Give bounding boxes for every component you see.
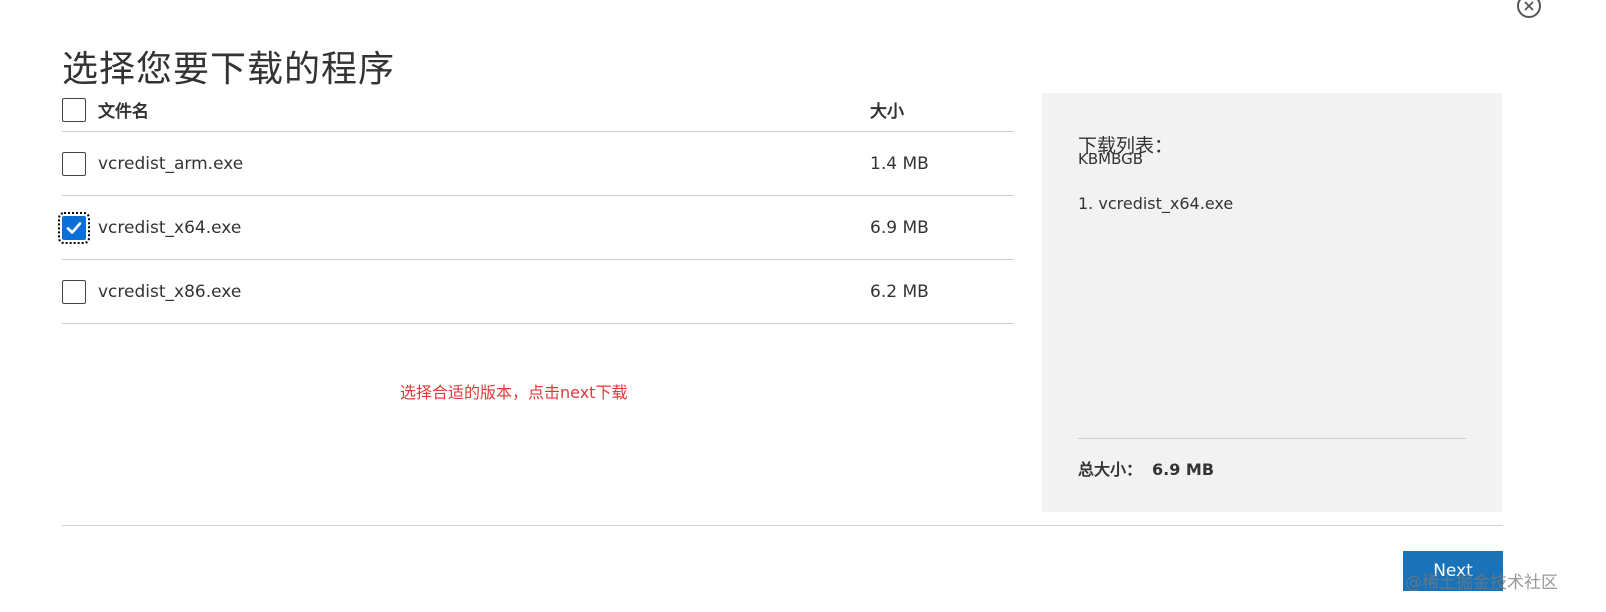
table-row[interactable]: vcredist_x86.exe 6.2 MB — [62, 260, 1014, 324]
row-checkbox[interactable] — [58, 211, 90, 244]
row-checkbox[interactable] — [62, 151, 86, 176]
close-button[interactable] — [1517, 0, 1541, 18]
table-row[interactable]: vcredist_x64.exe 6.9 MB — [58, 196, 1014, 260]
file-table: 文件名 大小 vcredist_arm.exe 1.4 MB vcredist_… — [58, 88, 1014, 324]
select-all-checkbox[interactable] — [62, 97, 86, 122]
checkmark-icon — [66, 221, 82, 234]
file-name: vcredist_arm.exe — [98, 153, 244, 174]
watermark: @稀土掘金技术社区 — [1405, 573, 1558, 593]
column-header-name: 文件名 — [98, 102, 149, 122]
total-size: 总大小： 6.9 MB — [1078, 456, 1214, 480]
page-title: 选择您要下载的程序 — [62, 49, 396, 91]
divider — [1078, 438, 1466, 439]
column-header-size: 大小 — [870, 102, 904, 122]
file-name: vcredist_x64.exe — [98, 217, 242, 238]
annotation-text: 选择合适的版本，点击next下载 — [400, 383, 628, 402]
file-size: 1.4 MB — [870, 153, 929, 174]
download-list-panel: 下载列表： KBMBGB 1. vcredist_x64.exe 总大小： 6.9… — [1042, 93, 1502, 512]
table-header: 文件名 大小 — [62, 88, 1014, 132]
file-size: 6.9 MB — [870, 217, 929, 238]
download-list-item: 1. vcredist_x64.exe — [1078, 194, 1234, 213]
row-checkbox[interactable] — [62, 279, 86, 304]
file-name: vcredist_x86.exe — [98, 281, 242, 302]
download-list-subtitle: KBMBGB — [1078, 150, 1144, 168]
total-size-label: 总大小： — [1078, 460, 1143, 479]
footer-divider — [62, 525, 1503, 526]
total-size-value: 6.9 MB — [1152, 460, 1215, 479]
table-row[interactable]: vcredist_arm.exe 1.4 MB — [62, 132, 1014, 196]
close-icon — [1524, 1, 1534, 11]
file-size: 6.2 MB — [870, 281, 929, 302]
